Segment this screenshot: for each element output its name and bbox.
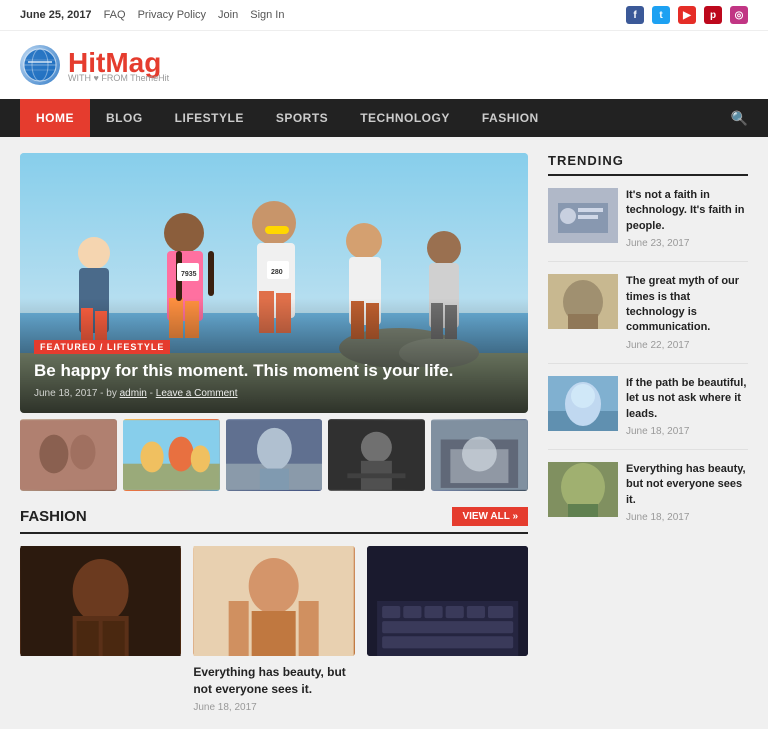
section-header: FASHION VIEW ALL » [20,507,528,534]
trending-thumb-3 [548,376,618,431]
trending-content-2: The great myth of our times is that tech… [626,274,748,351]
trending-thumb-1 [548,188,618,243]
logo-sub: WITH ♥ FROM ThemeHit [68,73,169,83]
logo-globe-icon [20,45,60,85]
main-container: 7935 280 FEATURED / LIFESTYLE Be happy f… [0,137,768,729]
fashion-item-3: Advertise Here [367,546,528,713]
faq-link[interactable]: FAQ [104,9,126,21]
svg-text:7935: 7935 [181,271,197,278]
trending-thumb-4 [548,462,618,517]
trending-item-1: It's not a faith in technology. It's fai… [548,188,748,262]
hero-meta: June 18, 2017 - by admin - Leave a Comme… [34,388,514,399]
nav-fashion[interactable]: FASHION [466,99,555,137]
date: June 25, 2017 [20,9,92,21]
advertise-box[interactable]: Advertise Here [367,546,528,656]
hero-image: 7935 280 FEATURED / LIFESTYLE Be happy f… [20,153,528,413]
trending-date-4: June 18, 2017 [626,512,748,523]
trending-thumb-2 [548,274,618,329]
hero-date: June 18, 2017 [34,388,97,399]
youtube-icon[interactable]: ▶ [678,6,696,24]
fashion-image-2 [193,546,354,656]
hero-badge: FEATURED / LIFESTYLE [34,340,170,354]
fashion-title-2: Everything has beauty, but not everyone … [193,664,354,698]
thumb-item-2[interactable] [123,419,220,491]
fashion-image-1 [20,546,181,656]
svg-text:280: 280 [271,269,283,276]
trending-date-3: June 18, 2017 [626,426,748,437]
hero-author[interactable]: admin [120,388,147,399]
sidebar: TRENDING It's not a faith in technology.… [548,153,748,713]
trending-content-1: It's not a faith in technology. It's fai… [626,188,748,249]
trending-date-1: June 23, 2017 [626,238,748,249]
join-link[interactable]: Join [218,9,238,21]
hero-comment[interactable]: Leave a Comment [156,388,238,399]
trending-date-2: June 22, 2017 [626,340,748,351]
trending-title-4[interactable]: Everything has beauty, but not everyone … [626,462,748,508]
top-bar-left: June 25, 2017 FAQ Privacy Policy Join Si… [20,9,284,21]
header: HitMag WITH ♥ FROM ThemeHit [0,31,768,99]
thumb-item-5[interactable] [431,419,528,491]
pinterest-icon[interactable]: p [704,6,722,24]
thumb-item-4[interactable] [328,419,425,491]
privacy-link[interactable]: Privacy Policy [138,9,206,21]
main-content: 7935 280 FEATURED / LIFESTYLE Be happy f… [20,153,528,713]
nav-home[interactable]: HOME [20,99,90,137]
signin-link[interactable]: Sign In [250,9,284,21]
facebook-icon[interactable]: f [626,6,644,24]
nav-sports[interactable]: SPORTS [260,99,344,137]
hero-featured: 7935 280 FEATURED / LIFESTYLE Be happy f… [20,153,528,413]
trending-title-1[interactable]: It's not a faith in technology. It's fai… [626,188,748,234]
fashion-section-title: FASHION [20,508,87,525]
social-icons: f t ▶ p ◎ [626,6,748,24]
trending-section-title: TRENDING [548,153,748,176]
trending-item-4: Everything has beauty, but not everyone … [548,462,748,535]
trending-title-2[interactable]: The great myth of our times is that tech… [626,274,748,336]
thumbnail-strip [20,419,528,491]
trending-content-4: Everything has beauty, but not everyone … [626,462,748,523]
top-bar: June 25, 2017 FAQ Privacy Policy Join Si… [0,0,768,31]
logo[interactable]: HitMag WITH ♥ FROM ThemeHit [20,45,169,85]
trending-item-3: If the path be beautiful, let us not ask… [548,376,748,450]
hero-overlay: FEATURED / LIFESTYLE Be happy for this m… [20,298,528,413]
fashion-item-1 [20,546,181,713]
fashion-item-2: Everything has beauty, but not everyone … [193,546,354,713]
nav-technology[interactable]: TECHNOLOGY [344,99,466,137]
view-all-button[interactable]: VIEW ALL » [452,507,528,526]
nav-blog[interactable]: BLOG [90,99,159,137]
trending-content-3: If the path be beautiful, let us not ask… [626,376,748,437]
fashion-date-2: June 18, 2017 [193,702,354,713]
trending-title-3[interactable]: If the path be beautiful, let us not ask… [626,376,748,422]
nav-items: HOME BLOG LIFESTYLE SPORTS TECHNOLOGY FA… [20,99,555,137]
thumb-item-3[interactable] [226,419,323,491]
twitter-icon[interactable]: t [652,6,670,24]
fashion-grid: Everything has beauty, but not everyone … [20,546,528,713]
search-icon[interactable]: 🔍 [731,110,748,127]
thumb-item-1[interactable] [20,419,117,491]
fashion-section: FASHION VIEW ALL » [20,507,528,713]
instagram-icon[interactable]: ◎ [730,6,748,24]
trending-item-2: The great myth of our times is that tech… [548,274,748,364]
nav-lifestyle[interactable]: LIFESTYLE [159,99,260,137]
hero-title: Be happy for this moment. This moment is… [34,360,514,382]
navigation: HOME BLOG LIFESTYLE SPORTS TECHNOLOGY FA… [0,99,768,137]
